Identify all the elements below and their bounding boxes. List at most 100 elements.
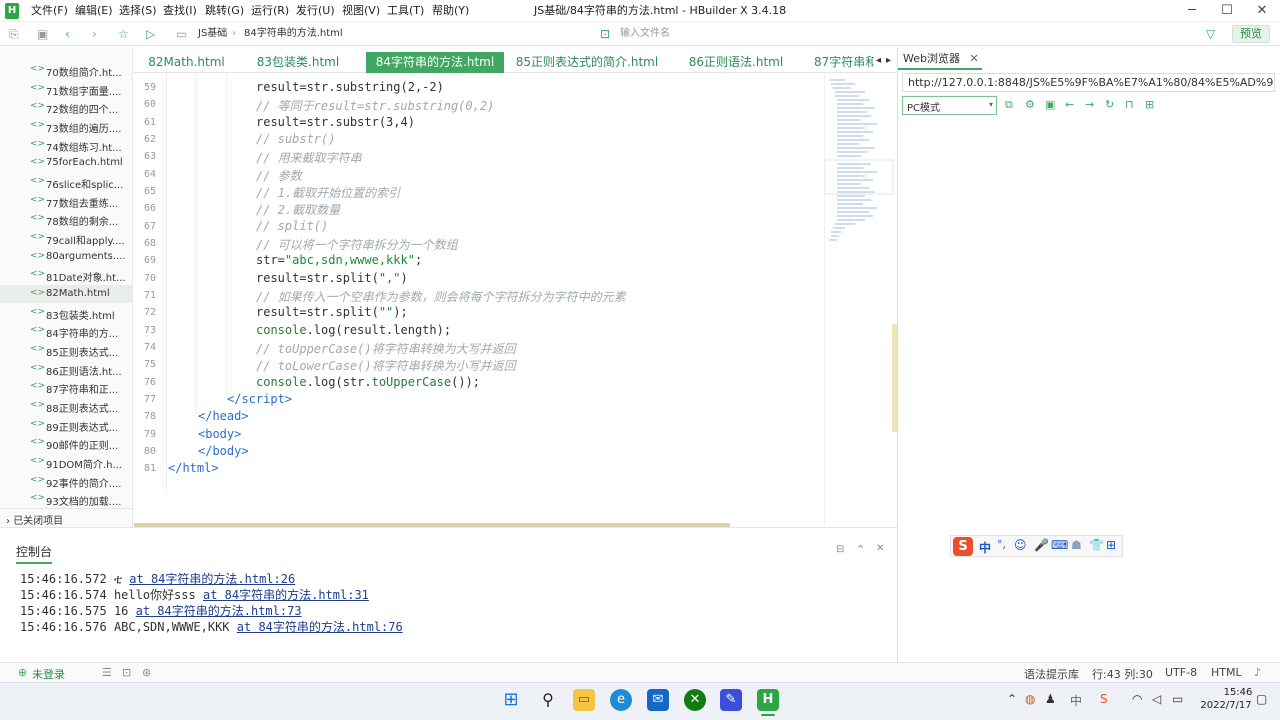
sidebar-item[interactable]: <> 93文档的加载....: [0, 490, 132, 508]
file-search-input[interactable]: 输入文件名: [620, 26, 670, 42]
lock-icon[interactable]: ⊓: [1125, 98, 1134, 111]
tab-83[interactable]: 83包装类.html: [244, 52, 352, 73]
browser-mode-select[interactable]: PC模式 ▾: [902, 96, 997, 115]
sidebar-item[interactable]: <> 72数组的四个...: [0, 98, 132, 116]
cursor-position[interactable]: 行:43 列:30: [1092, 666, 1153, 682]
clock-time[interactable]: 15:46: [1222, 687, 1254, 698]
sidebar-item[interactable]: <> 76slice和splic...: [0, 173, 132, 191]
language-mode[interactable]: HTML: [1211, 666, 1242, 679]
notification-bell-icon[interactable]: ♪: [1254, 666, 1261, 679]
ime-punct-icon[interactable]: °,: [997, 538, 1006, 551]
sidebar-item[interactable]: <> 83包装类.html: [0, 304, 132, 322]
sidebar-item[interactable]: <> 75forEach.html: [0, 154, 132, 172]
panel-icon[interactable]: ⊡: [122, 666, 131, 679]
console-title[interactable]: 控制台: [16, 543, 53, 564]
menu-tools[interactable]: 工具(T): [387, 4, 424, 18]
close-icon[interactable]: ✕: [1244, 0, 1280, 22]
tab-82math[interactable]: 82Math.html: [134, 52, 239, 73]
console-log-link[interactable]: at 84字符串的方法.html:26: [129, 572, 295, 586]
sidebar-item[interactable]: <> 86正则语法.ht...: [0, 360, 132, 378]
code-editor[interactable]: 59 60 61 62 63 64 65 66 67 68 69 70 71 7…: [134, 74, 824, 524]
new-file-icon[interactable]: ⎘: [9, 26, 19, 42]
minimap[interactable]: [824, 74, 896, 526]
battery-icon[interactable]: ▭: [1172, 692, 1183, 706]
ime-user-icon[interactable]: ☗: [1071, 538, 1082, 552]
ime-mode-label[interactable]: 中: [979, 539, 991, 556]
wifi-icon[interactable]: ◠: [1132, 692, 1142, 706]
file-explorer-icon[interactable]: ▭: [573, 689, 595, 711]
sidebar-item[interactable]: <> 90邮件的正则...: [0, 434, 132, 452]
breadcrumb-project[interactable]: JS基础: [198, 26, 227, 42]
windows-start-icon[interactable]: ⊞: [500, 689, 522, 711]
sidebar-item[interactable]: <> 92事件的简介....: [0, 472, 132, 490]
browser-tab[interactable]: Web浏览器 ✕: [903, 50, 979, 66]
refresh-icon[interactable]: ↻: [1105, 98, 1114, 111]
sidebar-item[interactable]: <> 79call和apply....: [0, 229, 132, 247]
qq-icon[interactable]: ♟: [1045, 692, 1056, 706]
sidebar-item[interactable]: <> 81Date对象.ht...: [0, 266, 132, 284]
volume-icon[interactable]: ◁: [1152, 692, 1161, 706]
console-log-link[interactable]: at 84字符串的方法.html:76: [237, 620, 403, 634]
sogou-tray-icon[interactable]: S: [1100, 692, 1108, 706]
console-close-icon[interactable]: ✕: [876, 543, 884, 554]
sidebar-item[interactable]: <> 74数组练习.ht...: [0, 136, 132, 154]
sidebar-item[interactable]: <> 89正则表达式...: [0, 416, 132, 434]
list-icon[interactable]: ☰: [102, 666, 112, 679]
login-status[interactable]: 未登录: [32, 666, 65, 682]
console-log-link[interactable]: at 84字符串的方法.html:31: [203, 588, 369, 602]
breadcrumb-file[interactable]: 84字符串的方法.html: [244, 26, 343, 42]
taskbar-search-icon[interactable]: ⚲: [537, 689, 559, 711]
menu-goto[interactable]: 跳转(G): [205, 4, 244, 18]
ime-mic-icon[interactable]: 🎤: [1034, 538, 1049, 552]
menu-publish[interactable]: 发行(U): [296, 4, 335, 18]
maximize-icon[interactable]: ☐: [1209, 0, 1245, 22]
tab-84-active[interactable]: 84字符串的方法.html: [366, 52, 504, 73]
tab-scroll-left-icon[interactable]: ◂: [876, 55, 881, 66]
sidebar-item[interactable]: <> 71数组字面量....: [0, 80, 132, 98]
ime-toolbar[interactable]: S 中 °, ☺ 🎤 ⌨ ☗ 👕 ⊞: [950, 535, 1123, 557]
star-icon[interactable]: ☆: [118, 26, 129, 42]
closed-projects-toggle[interactable]: › 已关闭项目: [0, 508, 133, 527]
browser-url-input[interactable]: http://127.0.0.1:8848/JS%E5%9F%BA%E7%A1%…: [902, 73, 1275, 92]
sidebar-item[interactable]: <> 78数组的剩余...: [0, 210, 132, 228]
tab-scroll-right-icon[interactable]: ▸: [886, 55, 891, 66]
ime-tools-icon[interactable]: ⊞: [1106, 538, 1116, 552]
sidebar-item[interactable]: <> 77数组去重练...: [0, 192, 132, 210]
pen-app-icon[interactable]: ✎: [720, 689, 742, 711]
mail-icon[interactable]: ✉: [647, 689, 669, 711]
preview-button[interactable]: 预览: [1232, 25, 1270, 43]
ime-keyboard-icon[interactable]: ⌨: [1051, 538, 1068, 552]
plugin-icon[interactable]: ⊛: [142, 666, 151, 679]
sidebar-item[interactable]: <> 91DOM简介.h...: [0, 453, 132, 471]
tab-87[interactable]: 87字符串和: [814, 52, 874, 73]
xbox-icon[interactable]: ✕: [684, 689, 706, 711]
console-clear-icon[interactable]: ⊟: [836, 544, 844, 555]
menu-find[interactable]: 查找(I): [163, 4, 197, 18]
sidebar-item[interactable]: <> 70数组简介.ht...: [0, 61, 132, 79]
browser-tab-close-icon[interactable]: ✕: [969, 52, 978, 65]
forward-icon[interactable]: ›: [92, 26, 97, 42]
tray-app-icon[interactable]: ◍: [1025, 692, 1035, 706]
tray-lang[interactable]: 中: [1070, 692, 1082, 709]
ime-emoji-icon[interactable]: ☺: [1014, 538, 1027, 552]
edge-browser-icon[interactable]: e: [610, 689, 632, 711]
notification-icon[interactable]: ▢: [1256, 692, 1267, 706]
menu-file[interactable]: 文件(F): [31, 4, 68, 18]
filter-icon[interactable]: ▽: [1206, 26, 1215, 42]
back-icon[interactable]: ‹: [65, 26, 70, 42]
ime-skin-icon[interactable]: 👕: [1089, 538, 1104, 552]
syntax-lib[interactable]: 语法提示库: [1024, 666, 1079, 682]
browser-back-icon[interactable]: ←: [1065, 98, 1074, 111]
console-log-link[interactable]: at 84字符串的方法.html:73: [136, 604, 302, 618]
sidebar-item-active[interactable]: <> 82Math.html: [0, 285, 132, 303]
menu-view[interactable]: 视图(V): [342, 4, 380, 18]
encoding[interactable]: UTF-8: [1165, 666, 1197, 679]
sidebar-item[interactable]: <> 73数组的遍历....: [0, 117, 132, 135]
menu-help[interactable]: 帮助(Y): [432, 4, 469, 18]
sidebar-item[interactable]: <> 88正则表达式...: [0, 397, 132, 415]
minimize-icon[interactable]: ─: [1174, 0, 1210, 22]
tray-expand-icon[interactable]: ⌃: [1007, 692, 1017, 706]
hbuilder-taskbar-icon[interactable]: H: [757, 689, 779, 711]
menu-run[interactable]: 运行(R): [251, 4, 289, 18]
debug-icon[interactable]: ⚙: [1025, 98, 1035, 111]
